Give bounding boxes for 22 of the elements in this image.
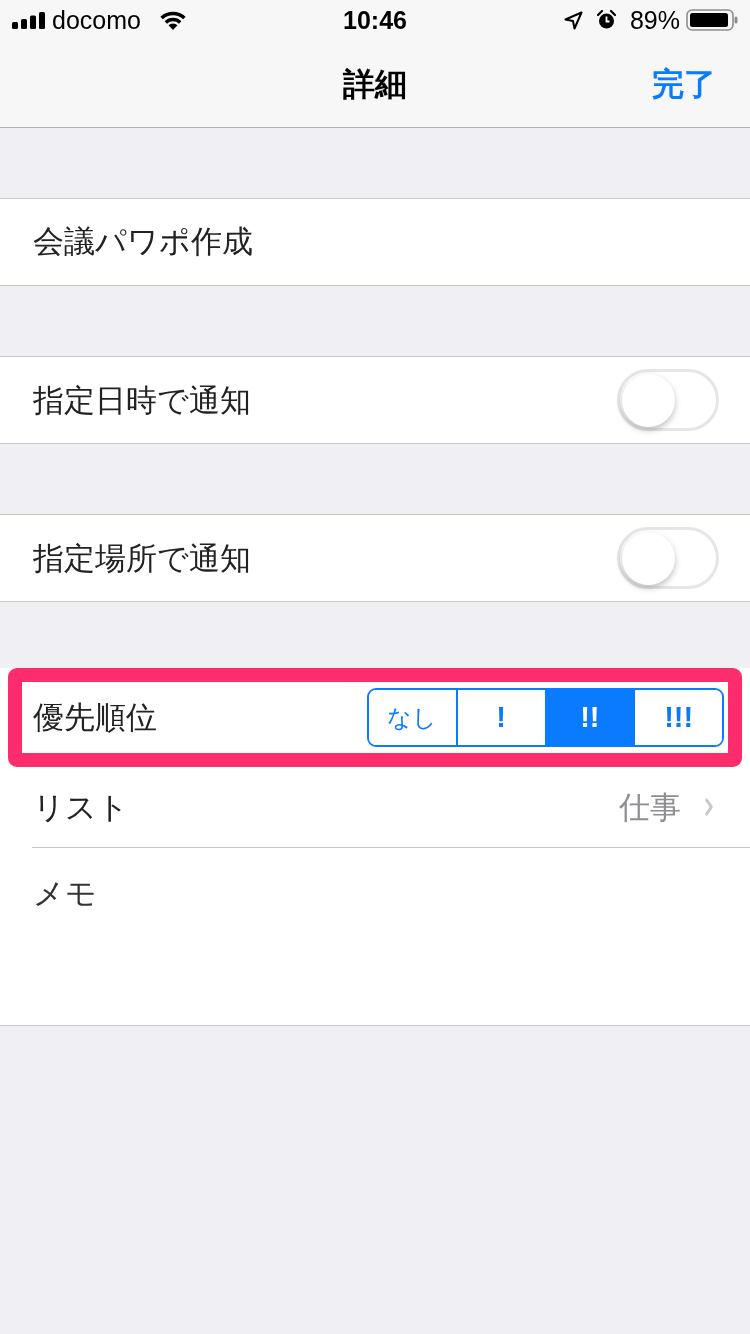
nav-title: 詳細 [343,67,407,100]
done-button[interactable]: 完了 [652,67,716,100]
list-row[interactable]: リスト 仕事 [0,767,750,847]
alarm-clock-icon [596,10,616,30]
wifi-icon [158,10,187,30]
battery-percentage: 89% [629,7,680,33]
priority-label: 優先順位 [33,702,157,733]
list-label: リスト [33,791,129,823]
title-field[interactable]: 会議パワポ作成 [0,198,750,286]
priority-segment-button[interactable]: !!! [633,690,722,745]
toggle-label: 指定日時で通知 [33,384,251,416]
battery-icon [686,9,738,31]
memo-field[interactable]: メモ [0,848,750,1026]
toggle-switch[interactable] [617,527,719,589]
status-time: 10:46 [343,7,407,33]
carrier-name: docomo [52,7,141,33]
priority-segment-button[interactable]: !! [544,690,634,745]
toggle-switch[interactable] [617,369,719,431]
signal-strength-icon [12,11,46,29]
list-value: 仕事 [619,791,681,823]
location-arrow-icon [563,10,583,30]
toggle-label: 指定場所で通知 [33,542,251,574]
